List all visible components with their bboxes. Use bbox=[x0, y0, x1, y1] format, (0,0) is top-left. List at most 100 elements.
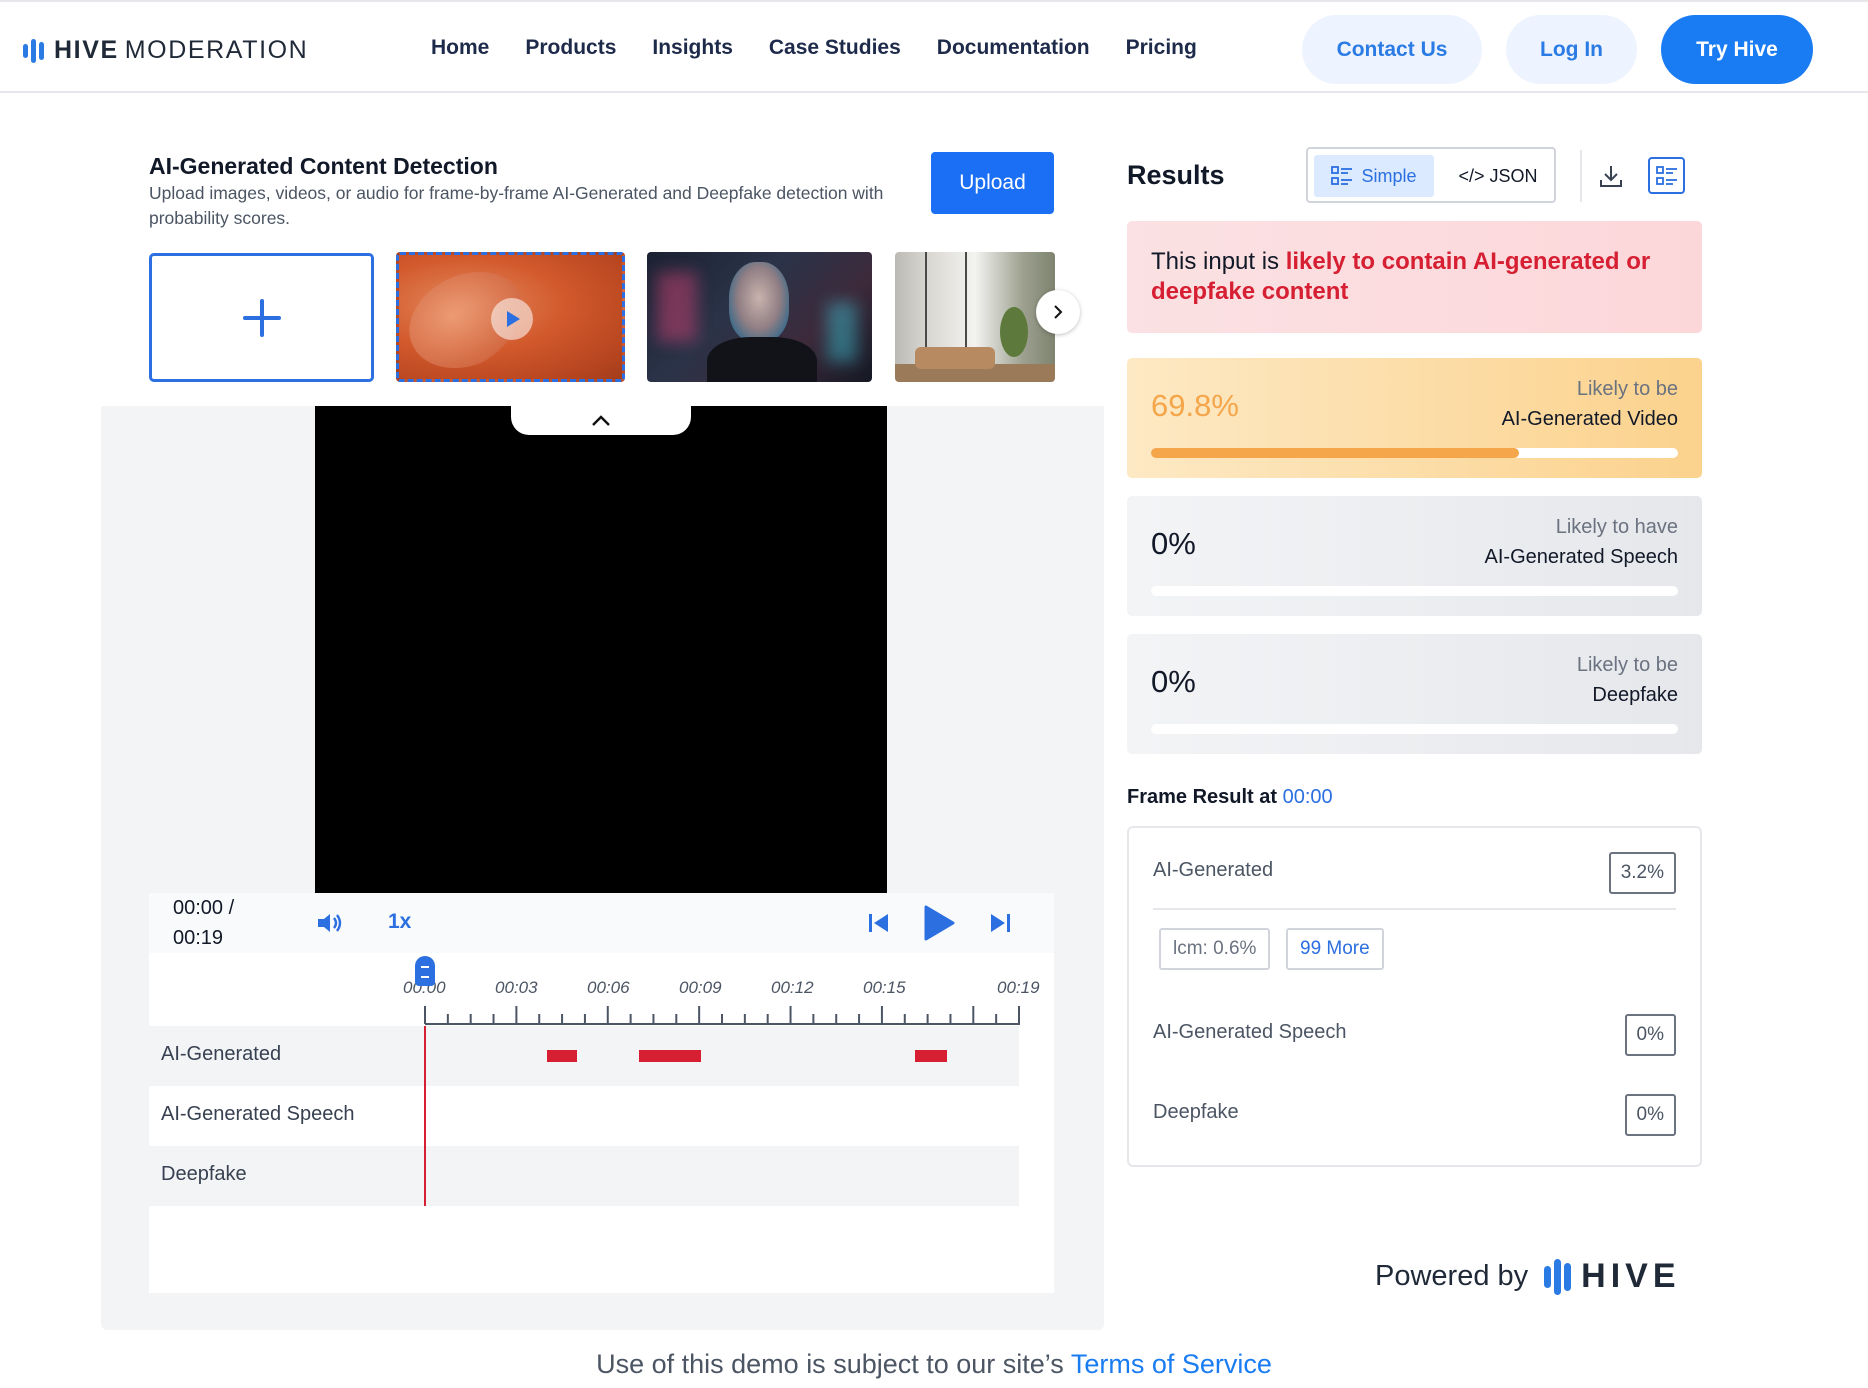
frame-result-panel: AI-Generated 3.2% lcm: 0.6% 99 More AI-G… bbox=[1127, 826, 1702, 1167]
track-label: AI-Generated Speech bbox=[161, 1103, 355, 1125]
track-ai-generated-speech: AI-Generated Speech bbox=[149, 1086, 1019, 1146]
add-media-button[interactable] bbox=[149, 253, 374, 382]
try-hive-button[interactable]: Try Hive bbox=[1661, 15, 1813, 84]
score-card-ai-video: 69.8% Likely to be AI-Generated Video bbox=[1127, 358, 1702, 478]
frame-result-label: Frame Result at bbox=[1127, 786, 1283, 808]
timeline-playhead bbox=[424, 1026, 426, 1206]
list-icon bbox=[1331, 166, 1353, 185]
frame-result-timestamp: 00:00 bbox=[1282, 786, 1333, 808]
player-controls bbox=[149, 893, 1054, 953]
score-label-line2: Deepfake bbox=[1592, 684, 1678, 706]
sample-thumbnail-portrait[interactable] bbox=[647, 252, 872, 382]
time-current: 00:00 / bbox=[173, 897, 235, 919]
nav-products[interactable]: Products bbox=[525, 32, 616, 64]
timeline-scrubber-handle[interactable] bbox=[415, 956, 435, 986]
frame-row-label: AI-Generated Speech bbox=[1153, 1021, 1347, 1043]
thumbnail-image bbox=[915, 347, 995, 369]
thumbnail-image bbox=[729, 262, 789, 342]
thumbnail-image bbox=[657, 272, 697, 342]
score-label-line2: AI-Generated Video bbox=[1501, 408, 1678, 430]
video-player[interactable] bbox=[315, 406, 887, 894]
results-title: Results bbox=[1127, 160, 1225, 190]
chevron-up-icon bbox=[592, 414, 610, 426]
verdict-alert: This input is likely to contain AI-gener… bbox=[1127, 221, 1702, 333]
timeline-ruler bbox=[424, 1006, 1020, 1025]
score-percent: 0% bbox=[1151, 664, 1196, 699]
contact-us-button[interactable]: Contact Us bbox=[1302, 15, 1482, 84]
class-score-chip: lcm: 0.6% bbox=[1159, 928, 1271, 970]
time-display: 00:00 / 00:19 bbox=[173, 893, 253, 953]
score-bar bbox=[1151, 724, 1678, 734]
chevron-right-icon bbox=[1054, 305, 1063, 319]
frame-result-title: Frame Result at 00:00 bbox=[1127, 786, 1333, 809]
score-bar bbox=[1151, 586, 1678, 596]
nav-documentation[interactable]: Documentation bbox=[937, 32, 1090, 64]
powered-by-brand: HIVE bbox=[1581, 1257, 1681, 1295]
frame-score-chip: 3.2% bbox=[1608, 852, 1676, 894]
hive-moderation-logo[interactable]: HIVE MODERATION bbox=[23, 36, 308, 65]
play-button[interactable] bbox=[923, 905, 955, 946]
detection-segment[interactable] bbox=[915, 1050, 947, 1062]
score-percent: 69.8% bbox=[1151, 388, 1239, 423]
track-label: AI-Generated bbox=[161, 1043, 282, 1065]
tick-label: 00:15 bbox=[863, 978, 906, 997]
more-classes-button[interactable]: 99 More bbox=[1286, 928, 1384, 970]
nav-home[interactable]: Home bbox=[431, 32, 489, 64]
sample-thumbnail-interior[interactable] bbox=[895, 252, 1055, 382]
thumbnail-image bbox=[1000, 307, 1028, 357]
nav-case-studies[interactable]: Case Studies bbox=[769, 32, 901, 64]
logo-bold-text: HIVE bbox=[54, 36, 119, 64]
tick-label: 00:06 bbox=[587, 978, 630, 997]
toolbar-divider bbox=[1580, 150, 1582, 202]
tick-label: 00:03 bbox=[495, 978, 538, 997]
log-in-button[interactable]: Log In bbox=[1506, 15, 1637, 84]
skip-back-button[interactable] bbox=[868, 913, 890, 938]
download-icon bbox=[1600, 166, 1622, 187]
sample-thumbnail-video-selected[interactable] bbox=[396, 252, 625, 382]
playback-speed-button[interactable]: 1x bbox=[388, 910, 411, 934]
score-percent: 0% bbox=[1151, 526, 1196, 561]
skip-forward-button[interactable] bbox=[989, 913, 1011, 938]
detection-segment[interactable] bbox=[547, 1050, 577, 1062]
skip-previous-icon bbox=[869, 914, 888, 932]
nav-pricing[interactable]: Pricing bbox=[1126, 32, 1197, 64]
simple-view-tab[interactable]: Simple bbox=[1314, 155, 1434, 197]
track-deepfake: Deepfake bbox=[149, 1146, 1019, 1206]
simple-view-label: Simple bbox=[1361, 165, 1417, 186]
detection-segment[interactable] bbox=[639, 1050, 701, 1062]
logo-light-text: MODERATION bbox=[124, 36, 309, 64]
frame-divider bbox=[1153, 908, 1676, 910]
tick-label: 00:09 bbox=[679, 978, 722, 997]
detail-view-button[interactable] bbox=[1648, 157, 1685, 194]
collapse-thumbnails-button[interactable] bbox=[511, 406, 691, 435]
download-button[interactable] bbox=[1593, 158, 1629, 194]
hive-logo-icon bbox=[1544, 1258, 1572, 1295]
frame-row-label: Deepfake bbox=[1153, 1101, 1239, 1123]
hive-logo-icon bbox=[23, 38, 44, 63]
score-label-line1: Likely to have bbox=[1555, 516, 1678, 538]
score-card-ai-speech: 0% Likely to have AI-Generated Speech bbox=[1127, 496, 1702, 616]
score-label-line1: Likely to be bbox=[1576, 654, 1678, 676]
nav-insights[interactable]: Insights bbox=[652, 32, 733, 64]
thumbnail-image bbox=[827, 302, 857, 362]
terms-of-service-link[interactable]: Terms of Service bbox=[1071, 1349, 1272, 1379]
track-label: Deepfake bbox=[161, 1163, 247, 1185]
detector-description: Upload images, videos, or audio for fram… bbox=[149, 183, 884, 228]
detector-title: AI-Generated Content Detection bbox=[149, 153, 498, 179]
score-card-deepfake: 0% Likely to be Deepfake bbox=[1127, 634, 1702, 754]
verdict-prefix: This input is bbox=[1151, 248, 1286, 275]
time-total: 00:19 bbox=[173, 927, 224, 949]
score-label-line1: Likely to be bbox=[1576, 378, 1678, 400]
verdict-text: This input is likely to contain AI-gener… bbox=[1151, 247, 1681, 307]
volume-button[interactable] bbox=[316, 911, 344, 940]
skip-next-icon bbox=[991, 914, 1010, 932]
frame-score-chip: 0% bbox=[1624, 1094, 1676, 1136]
json-view-tab[interactable]: </> JSON bbox=[1446, 155, 1550, 197]
upload-button[interactable]: Upload bbox=[931, 152, 1054, 214]
carousel-next-button[interactable] bbox=[1036, 290, 1080, 334]
tick-label: 00:12 bbox=[771, 978, 814, 997]
score-bar bbox=[1151, 448, 1678, 458]
frame-score-chip: 0% bbox=[1624, 1014, 1676, 1056]
score-label-line2: AI-Generated Speech bbox=[1484, 546, 1678, 568]
powered-by-text: Powered by bbox=[1375, 1260, 1529, 1292]
